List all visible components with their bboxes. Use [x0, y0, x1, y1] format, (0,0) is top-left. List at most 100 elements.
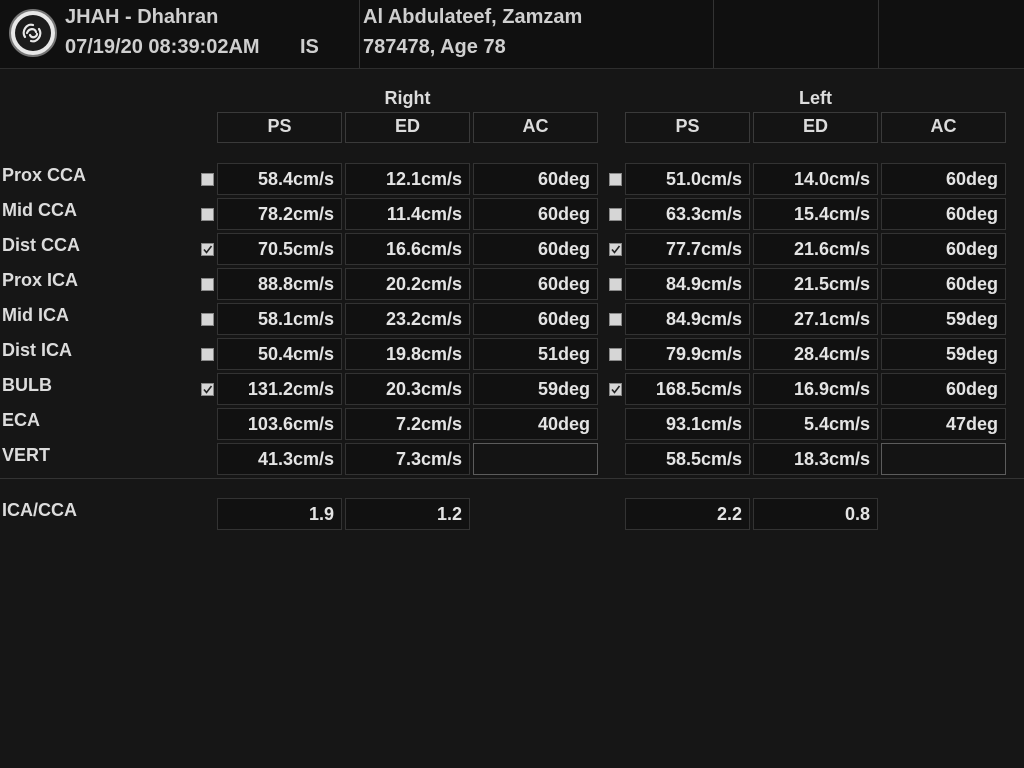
row-label-prox-ica: Prox ICA [2, 270, 79, 290]
ratio-left-ed[interactable]: 0.8 [753, 498, 878, 530]
right-ed-header: ED [345, 112, 470, 143]
value-vert-left-ed[interactable]: 18.3cm/s [753, 443, 878, 475]
checkbox-icon[interactable] [609, 313, 622, 326]
value-dist-ica-right-ed[interactable]: 19.8cm/s [345, 338, 470, 370]
checkbox-icon[interactable] [201, 173, 214, 186]
row-label-eca: ECA [2, 410, 41, 430]
value-eca-right-ac[interactable]: 40deg [473, 408, 598, 440]
value-dist-cca-right-ps[interactable]: 70.5cm/s [217, 233, 342, 265]
checkbox-icon[interactable] [201, 208, 214, 221]
value-vert-right-ps[interactable]: 41.3cm/s [217, 443, 342, 475]
value-prox-ica-right-ac[interactable]: 60deg [473, 268, 598, 300]
value-mid-cca-right-ps[interactable]: 78.2cm/s [217, 198, 342, 230]
row-label-dist-ica: Dist ICA [2, 340, 73, 360]
value-prox-cca-right-ps[interactable]: 58.4cm/s [217, 163, 342, 195]
value-bulb-left-ed[interactable]: 16.9cm/s [753, 373, 878, 405]
value-vert-left-ac[interactable] [881, 443, 1006, 475]
value-bulb-right-ac[interactable]: 59deg [473, 373, 598, 405]
value-eca-right-ed[interactable]: 7.2cm/s [345, 408, 470, 440]
row-label-mid-ica: Mid ICA [2, 305, 69, 325]
header-bar: JHAH - Dhahran 07/19/20 08:39:02AM IS Al… [0, 0, 1024, 69]
value-dist-ica-left-ed[interactable]: 28.4cm/s [753, 338, 878, 370]
value-prox-cca-left-ps[interactable]: 51.0cm/s [625, 163, 750, 195]
value-dist-cca-left-ac[interactable]: 60deg [881, 233, 1006, 265]
value-prox-cca-left-ed[interactable]: 14.0cm/s [753, 163, 878, 195]
value-bulb-left-ps[interactable]: 168.5cm/s [625, 373, 750, 405]
value-mid-cca-left-ps[interactable]: 63.3cm/s [625, 198, 750, 230]
ratio-separator [0, 478, 1024, 479]
value-vert-left-ps[interactable]: 58.5cm/s [625, 443, 750, 475]
row-label-bulb: BULB [2, 375, 52, 395]
ratio-left-ps[interactable]: 2.2 [625, 498, 750, 530]
value-eca-left-ed[interactable]: 5.4cm/s [753, 408, 878, 440]
checkbox-icon[interactable] [609, 173, 622, 186]
header-divider [359, 0, 360, 68]
value-prox-cca-right-ed[interactable]: 12.1cm/s [345, 163, 470, 195]
value-bulb-right-ps[interactable]: 131.2cm/s [217, 373, 342, 405]
patient-id-age: 787478, Age 78 [363, 36, 506, 58]
value-vert-right-ac[interactable] [473, 443, 598, 475]
value-prox-ica-right-ps[interactable]: 88.8cm/s [217, 268, 342, 300]
value-eca-right-ps[interactable]: 103.6cm/s [217, 408, 342, 440]
value-mid-ica-left-ac[interactable]: 59deg [881, 303, 1006, 335]
checkbox-icon[interactable] [609, 348, 622, 361]
checkbox-icon[interactable] [201, 278, 214, 291]
checkbox-icon[interactable] [201, 348, 214, 361]
value-mid-cca-left-ed[interactable]: 15.4cm/s [753, 198, 878, 230]
value-vert-right-ed[interactable]: 7.3cm/s [345, 443, 470, 475]
value-dist-ica-left-ps[interactable]: 79.9cm/s [625, 338, 750, 370]
row-label-vert: VERT [2, 445, 51, 465]
value-dist-ica-right-ps[interactable]: 50.4cm/s [217, 338, 342, 370]
checkbox-icon[interactable] [609, 243, 622, 256]
ratio-right-ps[interactable]: 1.9 [217, 498, 342, 530]
left-ed-header: ED [753, 112, 878, 143]
value-dist-cca-left-ed[interactable]: 21.6cm/s [753, 233, 878, 265]
value-mid-cca-left-ac[interactable]: 60deg [881, 198, 1006, 230]
right-ps-header: PS [217, 112, 342, 143]
ge-logo-icon [9, 9, 57, 57]
value-prox-ica-left-ps[interactable]: 84.9cm/s [625, 268, 750, 300]
value-prox-cca-right-ac[interactable]: 60deg [473, 163, 598, 195]
row-label-mid-cca: Mid CCA [2, 200, 77, 220]
institution-name: JHAH - Dhahran [65, 6, 219, 28]
value-mid-ica-right-ac[interactable]: 60deg [473, 303, 598, 335]
value-bulb-left-ac[interactable]: 60deg [881, 373, 1006, 405]
value-bulb-right-ed[interactable]: 20.3cm/s [345, 373, 470, 405]
value-mid-ica-left-ed[interactable]: 27.1cm/s [753, 303, 878, 335]
ratio-label: ICA/CCA [2, 500, 77, 520]
row-label-dist-cca: Dist CCA [2, 235, 81, 255]
value-prox-ica-left-ac[interactable]: 60deg [881, 268, 1006, 300]
left-ps-header: PS [625, 112, 750, 143]
right-ac-header: AC [473, 112, 598, 143]
value-mid-ica-left-ps[interactable]: 84.9cm/s [625, 303, 750, 335]
checkbox-icon[interactable] [609, 278, 622, 291]
value-prox-cca-left-ac[interactable]: 60deg [881, 163, 1006, 195]
left-side-heading: Left [799, 88, 832, 108]
exam-datetime: 07/19/20 08:39:02AM [65, 36, 260, 58]
patient-name: Al Abdulateef, Zamzam [363, 6, 583, 28]
value-mid-cca-right-ac[interactable]: 60deg [473, 198, 598, 230]
ratio-right-ed[interactable]: 1.2 [345, 498, 470, 530]
checkbox-icon[interactable] [201, 243, 214, 256]
value-mid-ica-right-ps[interactable]: 58.1cm/s [217, 303, 342, 335]
checkbox-icon[interactable] [201, 383, 214, 396]
checkbox-icon[interactable] [609, 208, 622, 221]
operator-initials: IS [300, 36, 319, 58]
header-divider [878, 0, 879, 68]
row-label-prox-cca: Prox CCA [2, 165, 87, 185]
header-divider [713, 0, 714, 68]
left-ac-header: AC [881, 112, 1006, 143]
value-prox-ica-right-ed[interactable]: 20.2cm/s [345, 268, 470, 300]
value-eca-left-ps[interactable]: 93.1cm/s [625, 408, 750, 440]
value-dist-ica-right-ac[interactable]: 51deg [473, 338, 598, 370]
value-dist-ica-left-ac[interactable]: 59deg [881, 338, 1006, 370]
value-mid-ica-right-ed[interactable]: 23.2cm/s [345, 303, 470, 335]
value-dist-cca-right-ed[interactable]: 16.6cm/s [345, 233, 470, 265]
value-prox-ica-left-ed[interactable]: 21.5cm/s [753, 268, 878, 300]
value-eca-left-ac[interactable]: 47deg [881, 408, 1006, 440]
value-mid-cca-right-ed[interactable]: 11.4cm/s [345, 198, 470, 230]
checkbox-icon[interactable] [201, 313, 214, 326]
value-dist-cca-right-ac[interactable]: 60deg [473, 233, 598, 265]
checkbox-icon[interactable] [609, 383, 622, 396]
value-dist-cca-left-ps[interactable]: 77.7cm/s [625, 233, 750, 265]
